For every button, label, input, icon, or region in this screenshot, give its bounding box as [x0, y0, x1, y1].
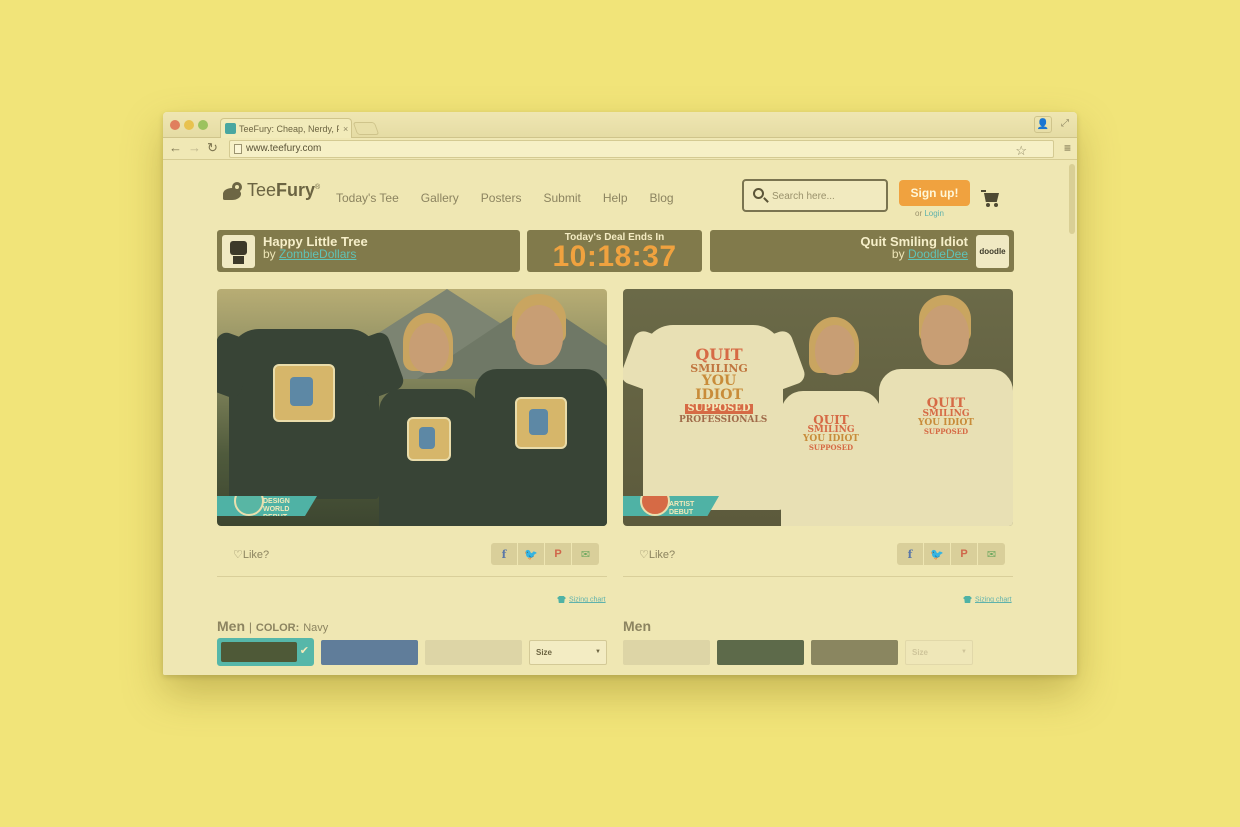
search-input[interactable]: [772, 188, 880, 204]
url-text: www.teefury.com: [246, 143, 322, 154]
product-actions-right: ♡Like? f 🐦 P ✉: [623, 543, 1013, 567]
back-icon[interactable]: ←: [169, 140, 182, 155]
zoom-window-button[interactable]: [198, 120, 208, 130]
design-print: [273, 364, 335, 422]
color-swatch[interactable]: [623, 640, 710, 665]
gender-heading: Men: [623, 618, 651, 634]
email-icon[interactable]: ✉: [572, 543, 599, 565]
new-tab-button[interactable]: [352, 122, 380, 135]
tshirt-icon: [963, 596, 972, 603]
page-content: TeeFury® Today's Tee Gallery Posters Sub…: [163, 160, 1077, 675]
featured-banner-left[interactable]: Happy Little Tree by ZombieDollars: [217, 230, 520, 272]
artist-avatar-icon: [222, 235, 255, 268]
like-button[interactable]: ♡Like?: [639, 548, 675, 561]
title-bar: TeeFury: Cheap, Nerdy, Po × 👤 ⤢: [163, 112, 1077, 138]
search-icon[interactable]: [753, 188, 764, 199]
main-nav: Today's Tee Gallery Posters Submit Help …: [336, 191, 696, 205]
site-logo[interactable]: TeeFury®: [223, 180, 320, 201]
star-icon[interactable]: ☆: [1015, 143, 1027, 159]
twitter-icon[interactable]: 🐦: [518, 543, 545, 565]
login-line: or Login: [915, 209, 944, 218]
pinterest-icon[interactable]: P: [545, 543, 572, 565]
profile-icon[interactable]: 👤: [1034, 116, 1052, 133]
forward-icon[interactable]: →: [188, 140, 201, 155]
deal-timer: 10:18:37: [552, 240, 677, 273]
artist-link[interactable]: DoodleDee: [908, 247, 968, 261]
color-swatch[interactable]: [811, 640, 898, 665]
close-window-button[interactable]: [170, 120, 180, 130]
browser-tab[interactable]: TeeFury: Cheap, Nerdy, Po ×: [220, 118, 352, 138]
tab-title: TeeFury: Cheap, Nerdy, Po: [239, 123, 339, 134]
nav-blog[interactable]: Blog: [650, 191, 674, 205]
product-actions-left: ♡Like? f 🐦 P ✉: [217, 543, 607, 567]
color-swatch[interactable]: [321, 640, 418, 665]
reload-icon[interactable]: ↻: [207, 140, 218, 156]
fullscreen-icon[interactable]: ⤢: [1056, 116, 1074, 133]
color-swatch-navy-selected[interactable]: ✔: [217, 638, 314, 666]
gender-heading: Men | COLOR: Navy: [217, 618, 329, 634]
facebook-icon[interactable]: f: [491, 543, 518, 565]
nav-submit[interactable]: Submit: [543, 191, 580, 205]
heart-icon: ♡: [639, 549, 649, 561]
model-man: [515, 305, 563, 365]
design-print: QUIT SMILING YOU IDIOT SUPPOSED PROFESSI…: [679, 345, 768, 425]
artist-avatar-icon: doodle: [976, 235, 1009, 268]
divider: [217, 576, 607, 577]
address-bar: ← → ↻ www.teefury.com ☆ ≡: [163, 138, 1077, 160]
scrollbar[interactable]: [1069, 164, 1075, 234]
favicon-icon: [225, 123, 236, 134]
color-swatch[interactable]: [717, 640, 804, 665]
product-image-right[interactable]: QUIT SMILING YOU IDIOT SUPPOSED PROFESSI…: [623, 289, 1013, 526]
size-select[interactable]: Size ▼: [529, 640, 607, 665]
design-artist: by ZombieDollars: [263, 247, 357, 261]
facebook-icon[interactable]: f: [897, 543, 924, 565]
heart-icon: ♡: [233, 549, 243, 561]
sizing-chart-link[interactable]: Sizing chart: [963, 596, 1012, 603]
login-link[interactable]: Login: [924, 209, 944, 218]
url-field[interactable]: www.teefury.com ☆: [229, 140, 1054, 158]
featured-banner-right[interactable]: Quit Smiling Idiot by DoodleDee doodle: [710, 230, 1014, 272]
artist-link[interactable]: ZombieDollars: [279, 247, 356, 261]
sizing-chart-link[interactable]: Sizing chart: [557, 596, 606, 603]
search-box: [742, 179, 888, 212]
model-woman: [409, 323, 449, 373]
browser-window: TeeFury: Cheap, Nerdy, Po × 👤 ⤢ ← → ↻ ww…: [163, 112, 1077, 675]
like-button[interactable]: ♡Like?: [233, 548, 269, 561]
bird-logo-icon: [223, 181, 245, 200]
login-prefix: or: [915, 209, 923, 218]
nav-posters[interactable]: Posters: [481, 191, 522, 205]
design-world-debut-badge: DESIGN WORLD DEBUT: [217, 496, 317, 516]
model-man: [921, 305, 969, 365]
page-icon: [234, 144, 242, 154]
menu-icon[interactable]: ≡: [1064, 141, 1071, 155]
share-buttons: f 🐦 P ✉: [897, 543, 1005, 565]
divider: [623, 576, 1013, 577]
artist-debut-badge: ARTIST DEBUT: [623, 496, 719, 516]
check-icon: ✔: [299, 645, 309, 657]
cart-icon[interactable]: [981, 190, 1001, 208]
email-icon[interactable]: ✉: [978, 543, 1005, 565]
nav-gallery[interactable]: Gallery: [421, 191, 459, 205]
model-woman: [815, 325, 855, 375]
tshirt-icon: [557, 596, 566, 603]
size-select[interactable]: Size ▼: [905, 640, 973, 665]
nav-todays-tee[interactable]: Today's Tee: [336, 191, 399, 205]
tab-close-icon[interactable]: ×: [343, 124, 348, 134]
product-image-left[interactable]: DESIGN WORLD DEBUT: [217, 289, 607, 526]
nav-help[interactable]: Help: [603, 191, 628, 205]
logo-text: TeeFury®: [247, 180, 321, 200]
pinterest-icon[interactable]: P: [951, 543, 978, 565]
signup-button[interactable]: Sign up!: [899, 180, 970, 206]
deal-countdown: Today's Deal Ends In 10:18:37: [527, 230, 702, 272]
twitter-icon[interactable]: 🐦: [924, 543, 951, 565]
design-artist: by DoodleDee: [891, 247, 968, 261]
share-buttons: f 🐦 P ✉: [491, 543, 599, 565]
color-swatch[interactable]: [425, 640, 522, 665]
minimize-window-button[interactable]: [184, 120, 194, 130]
